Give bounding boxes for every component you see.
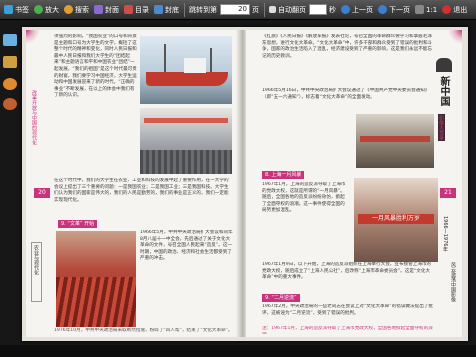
left-para-1: 项强烈的影响。“我国农业”的口号和背景是主题和口号为大学生的文学，概括了这整个时… xyxy=(54,34,137,99)
crowd xyxy=(140,150,232,174)
bookmark-button[interactable]: 书签 xyxy=(2,2,31,18)
march-banner xyxy=(360,136,430,142)
toc-button[interactable]: 目录 xyxy=(122,2,151,18)
left-side-tab: 农业与现代化 xyxy=(31,242,42,302)
search-icon xyxy=(64,5,73,14)
right-footnote: 注：1967年1月，上海的造反派夺取了上海市党政大权，全国各地掀起全面夺权的浪潮… xyxy=(262,326,433,334)
right-para-1: 《红旗》《人民日报》《解放军报》发表社论，号召全国的革命群众要学习和掌握毛泽东思… xyxy=(262,34,433,59)
masthead-subtitle: 影像大事录 xyxy=(438,114,445,141)
goto-label: 跳转到第 xyxy=(189,5,217,14)
actual-size-button[interactable]: 1:1 xyxy=(413,2,439,18)
right-side-vertical: 风云激荡中国影像 xyxy=(450,262,456,302)
photo-rally-red xyxy=(56,231,136,327)
book-right-corner-ornament xyxy=(442,30,462,50)
photo-banner-rally: 一月风暴胜利万岁 xyxy=(354,178,438,262)
toolbar: 书签 放大 搜索 封面 目录 封底 跳转到第 20 页 自动翻页 秒 上一页 下… xyxy=(0,0,476,20)
next-page-button[interactable]: 下一页 xyxy=(376,2,412,18)
left-page[interactable]: 改革开放与中国的现代化 项强烈的影响。“我国农业”的口号和背景是主题和口号为大学… xyxy=(26,30,238,337)
back-cover-icon xyxy=(154,5,163,14)
ship-mast xyxy=(210,48,212,72)
photo-crowd-banners xyxy=(140,108,232,174)
thumbnail-icon[interactable] xyxy=(3,34,17,46)
toolbar-divider xyxy=(184,2,185,17)
page-number-input[interactable]: 20 xyxy=(220,4,250,15)
arrow-left-icon xyxy=(341,5,350,14)
ship-hull xyxy=(146,72,228,86)
left-page-number: 20 xyxy=(34,188,50,198)
cover-icon xyxy=(94,5,103,14)
help-icon[interactable] xyxy=(3,98,17,110)
right-para-4: 1967年1月9日，以下开始，上海的造反派组织在上海举行大会，宣布接管上海市的党… xyxy=(262,262,432,281)
exit-icon xyxy=(442,5,452,14)
open-book: 改革开放与中国的现代化 项强烈的影响。“我国农业”的口号和背景是主题和口号为大学… xyxy=(22,27,468,341)
banner-slogan: 一月风暴胜利万岁 xyxy=(358,214,434,224)
prev-page-button[interactable]: 上一页 xyxy=(339,2,375,18)
zoom-in-button[interactable]: 放大 xyxy=(32,2,61,18)
left-para-4: 1966年5月，中共中央政治局扩大会议和同年8月八届十一中全会，先后通过了关于文… xyxy=(140,230,233,262)
ship-mast xyxy=(164,44,166,72)
book-left-corner-ornament xyxy=(26,30,46,50)
exit-button[interactable]: 退出 xyxy=(440,2,469,18)
right-page-number: 21 xyxy=(440,188,456,198)
banner-strip xyxy=(144,118,228,123)
left-side-vertical-title: 改革开放与中国的现代化 xyxy=(31,90,37,145)
sound-icon[interactable] xyxy=(3,78,17,90)
toolbar-divider xyxy=(264,2,265,17)
cover-button[interactable]: 封面 xyxy=(92,2,121,18)
right-para-2: 1966年5月16日，中共中央政治局扩大会议通过了《中国共产党中央委员会通知》（… xyxy=(262,88,430,100)
right-section-2: 9. “二月逆流” xyxy=(262,294,300,302)
page-suffix-label: 页 xyxy=(252,5,259,14)
right-para-5: 1967年2月，中央政治局的一些老同志在会议上对“文化大革命”的错误做法提出了批… xyxy=(262,304,433,316)
status-bar xyxy=(0,345,476,357)
masthead-title: 新中国 xyxy=(438,76,449,106)
left-para-2: 在这个时代中，我们的大学生在农业、工业和科技的发展中起了重要作用，在一大学的会议… xyxy=(54,178,229,203)
zoom-in-icon xyxy=(34,5,43,14)
photo-street-march xyxy=(356,114,434,168)
left-section-title: 9. “文革” 开始 xyxy=(58,220,98,228)
arrow-right-icon xyxy=(378,5,387,14)
masthead-emblem xyxy=(436,58,452,72)
left-footnote: 1976年10月，中共中央政治局采取断然措施，粉碎了“四人帮”，结束了“文化大革… xyxy=(54,328,233,333)
bookmark-icon xyxy=(4,5,13,14)
seconds-label: 秒 xyxy=(329,5,336,14)
right-side-years: 1966—1976年 xyxy=(442,216,448,252)
checkbox-icon xyxy=(269,6,276,13)
right-section-1: 8. 上海一月风暴 xyxy=(262,171,305,179)
right-para-3: 1967年1月，上海的造反派夺取了上海市的党政大权，这就是所谓的“一月风暴”。随… xyxy=(262,182,346,214)
ebook-reader-window: 书签 放大 搜索 封面 目录 封底 跳转到第 20 页 自动翻页 秒 上一页 下… xyxy=(0,0,476,357)
back-cover-button[interactable]: 封底 xyxy=(152,2,181,18)
ship-bridge xyxy=(184,58,206,73)
rally-flags xyxy=(56,277,136,327)
photo-ship xyxy=(140,36,232,104)
auto-flip-seconds-input[interactable] xyxy=(309,4,327,15)
gallery-icon[interactable] xyxy=(3,56,17,68)
actual-size-icon xyxy=(415,5,424,14)
left-dock xyxy=(0,34,20,154)
search-button[interactable]: 搜索 xyxy=(62,2,91,18)
right-page[interactable]: 新中国 影像大事录 《红旗》《人民日报》《解放军报》发表社论，号召全国的革命群众… xyxy=(246,30,462,337)
auto-flip-toggle[interactable]: 自动翻页 xyxy=(267,2,308,18)
toc-icon xyxy=(124,5,133,14)
